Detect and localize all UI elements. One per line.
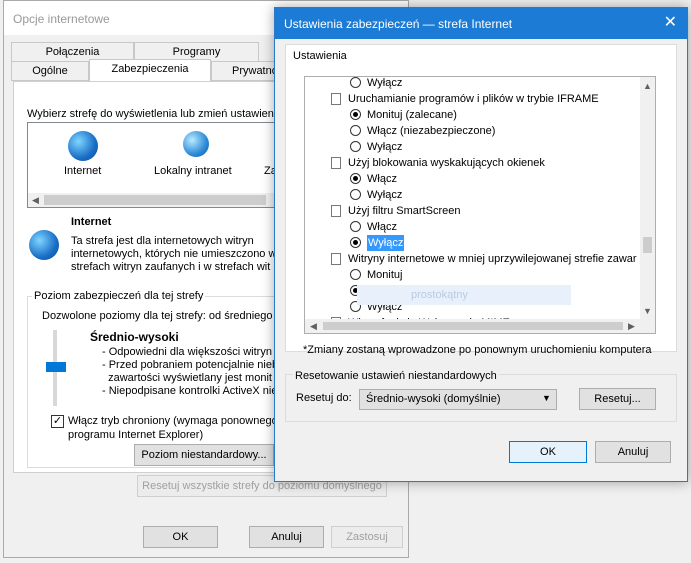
level-point-3: zawartości wyświetlany jest monit (102, 372, 272, 384)
setting-option-row[interactable]: Włącz (niezabezpieczone) (305, 123, 641, 139)
settings-label: Ustawienia (293, 50, 347, 62)
setting-group-row: Witryny internetowe w mniej uprzywilejow… (305, 251, 641, 267)
security-settings-title: Ustawienia zabezpieczeń — strefa Interne… (284, 17, 513, 31)
zone-desc-3: strefach witryn zaufanych i w strefach w… (71, 261, 271, 273)
protected-mode-checkbox[interactable]: ✓ (51, 415, 64, 428)
cancel-button[interactable]: Anuluj (249, 526, 324, 548)
setting-option-row[interactable]: Wyłącz (305, 77, 641, 91)
allowed-levels-text: Dozwolone poziomy dla tej strefy: od śre… (42, 310, 273, 322)
reset-button[interactable]: Resetuj... (579, 388, 656, 410)
protected-mode-label[interactable]: Włącz tryb chroniony (wymaga ponownego (68, 415, 278, 427)
document-icon (331, 93, 341, 105)
setting-group-label: Użyj blokowania wyskakujących okienek (348, 157, 545, 169)
scroll-up-icon[interactable]: ▲ (643, 80, 652, 92)
radio-button[interactable] (350, 221, 361, 232)
setting-option-label[interactable]: Włącz (niezabezpieczone) (367, 123, 495, 139)
security-level-group-label: Poziom zabezpieczeń dla tej strefy (32, 290, 206, 302)
setting-option-row[interactable]: Monituj (zalecane) (305, 107, 641, 123)
scroll-left-icon[interactable]: ◀ (310, 320, 317, 332)
setting-option-label[interactable]: Włącz (367, 219, 397, 235)
setting-option-row[interactable]: Wyłącz (305, 187, 641, 203)
level-point-2: - Przed pobraniem potencjalnie niebe (102, 359, 285, 371)
settings-tree[interactable]: Wyłącz Uruchamianie programów i plików w … (304, 76, 656, 334)
scroll-down-icon[interactable]: ▼ (643, 305, 652, 317)
level-point-1: - Odpowiedni dla większości witryn in (102, 346, 284, 358)
globe-icon[interactable] (68, 131, 98, 161)
tab-privacy[interactable]: Prywatno (211, 61, 278, 81)
close-icon[interactable]: ✕ (664, 14, 677, 32)
protected-mode-label-2: programu Internet Explorer) (68, 429, 204, 441)
setting-group-label: Witryny internetowe w mniej uprzywilejow… (348, 253, 637, 265)
setting-option-label[interactable]: Włącz (367, 171, 397, 187)
zone-list-hscrollbar[interactable]: ◀ (28, 193, 276, 207)
zone-local-intranet[interactable]: Lokalny intranet (154, 165, 232, 177)
reset-level-value: Średnio-wysoki (domyślnie) (366, 393, 501, 405)
radio-button[interactable] (350, 77, 361, 88)
tab-general[interactable]: Ogólne (11, 61, 89, 81)
setting-group-row: Użyj blokowania wyskakujących okienek (305, 155, 641, 171)
radio-button[interactable] (350, 173, 361, 184)
setting-option-row[interactable]: Włącz (305, 219, 641, 235)
reset-to-label: Resetuj do: (296, 392, 352, 404)
document-icon (331, 157, 341, 169)
scroll-right-icon[interactable]: ▶ (628, 320, 635, 332)
document-icon (331, 205, 341, 217)
setting-option-label[interactable]: Wyłącz (367, 235, 405, 251)
zone-desc-2: internetowych, których nie umieszczono w (71, 248, 277, 260)
vscroll-thumb[interactable] (643, 237, 652, 253)
dialog-cancel-button[interactable]: Anuluj (595, 441, 671, 463)
setting-group-label: Uruchamianie programów i plików w trybie… (348, 93, 599, 105)
apply-button[interactable]: Zastosuj (331, 526, 403, 548)
tab-security[interactable]: Zabezpieczenia (89, 59, 211, 81)
setting-option-row[interactable]: Monituj (305, 267, 641, 283)
zone-title: Internet (71, 216, 112, 228)
setting-option-label[interactable]: Monituj (367, 267, 402, 283)
intranet-globe-icon[interactable] (183, 131, 209, 157)
ok-button[interactable]: OK (143, 526, 218, 548)
zone-prompt: Wybierz strefę do wyświetlenia lub zmień… (27, 108, 283, 120)
reset-level-select[interactable]: Średnio-wysoki (domyślnie) ▼ (359, 389, 557, 410)
setting-group-label: Użyj filtru SmartScreen (348, 205, 461, 217)
document-icon (331, 253, 341, 265)
settings-vscrollbar[interactable]: ▲ ▼ (640, 77, 655, 319)
setting-option-label[interactable]: Wyłącz (367, 187, 402, 203)
internet-options-title: Opcje internetowe (13, 12, 110, 26)
setting-option-row[interactable]: Włącz (305, 171, 641, 187)
setting-group-row: Uruchamianie programów i plików w trybie… (305, 91, 641, 107)
zone-desc-1: Ta strefa jest dla internetowych witryn (71, 235, 254, 247)
radio-button[interactable] (350, 269, 361, 280)
radio-button[interactable] (350, 189, 361, 200)
setting-option-label[interactable]: Wyłącz (367, 139, 402, 155)
setting-option-label[interactable]: Wyłącz (367, 77, 402, 91)
zone-internet[interactable]: Internet (64, 165, 101, 177)
radio-button[interactable] (350, 125, 361, 136)
radio-button[interactable] (350, 109, 361, 120)
security-settings-titlebar[interactable]: Ustawienia zabezpieczeń — strefa Interne… (275, 8, 687, 39)
radio-button[interactable] (350, 141, 361, 152)
zone-list[interactable]: Internet Lokalny intranet Za ◀ (27, 122, 277, 208)
scroll-left-icon[interactable]: ◀ (32, 194, 39, 206)
setting-option-row[interactable]: Wyłącz (305, 235, 641, 251)
security-slider-thumb[interactable] (46, 362, 66, 372)
security-settings-dialog: Ustawienia zabezpieczeń — strefa Interne… (274, 7, 688, 482)
reset-group-label: Resetowanie ustawień niestandardowych (293, 370, 499, 382)
setting-option-label[interactable]: Monituj (zalecane) (367, 107, 457, 123)
scroll-thumb[interactable] (44, 195, 266, 205)
level-point-4: - Niepodpisane kontrolki ActiveX nie (102, 385, 278, 397)
restart-note: *Zmiany zostaną wprowadzone po ponownym … (303, 344, 652, 356)
chevron-down-icon: ▼ (542, 393, 551, 403)
ghost-tooltip-text: prostokątny (411, 289, 468, 301)
dialog-ok-button[interactable]: OK (509, 441, 587, 463)
hscroll-thumb[interactable] (323, 322, 623, 330)
internet-zone-globe-icon (29, 230, 59, 260)
ghost-tooltip: prostokątny (357, 285, 571, 305)
level-name: Średnio-wysoki (90, 330, 179, 344)
settings-hscrollbar[interactable]: ◀ ▶ (305, 319, 655, 333)
radio-button[interactable] (350, 237, 361, 248)
setting-option-row[interactable]: Wyłącz (305, 139, 641, 155)
custom-level-button[interactable]: Poziom niestandardowy... (134, 444, 274, 466)
setting-group-row: Użyj filtru SmartScreen (305, 203, 641, 219)
